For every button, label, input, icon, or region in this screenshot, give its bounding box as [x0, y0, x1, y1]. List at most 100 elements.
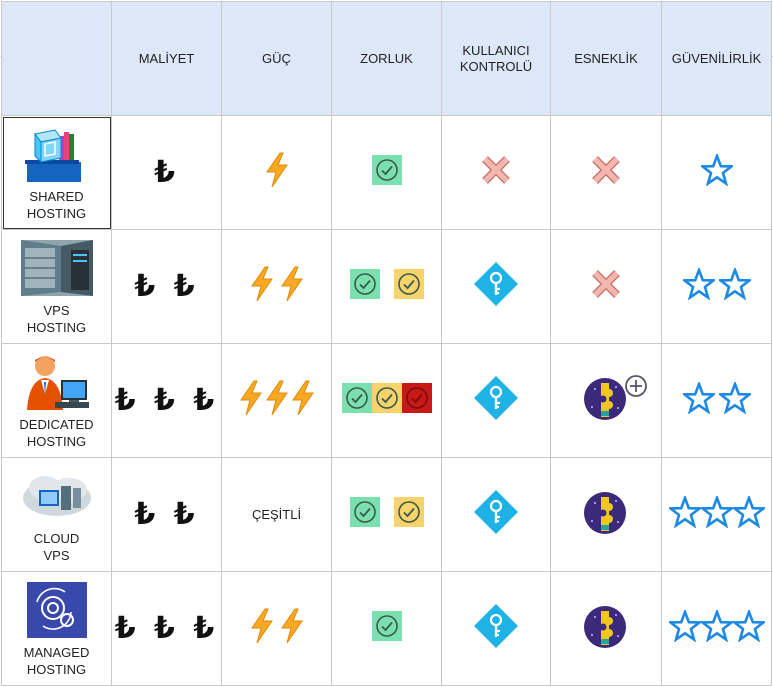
star-icon — [718, 382, 751, 414]
difficulty-checks — [371, 611, 402, 641]
power-bolts — [238, 380, 316, 416]
power-bolts — [249, 266, 305, 302]
reliability-stars — [700, 154, 733, 186]
user-control-icon — [473, 375, 519, 421]
key-diamond-icon — [474, 376, 518, 420]
difficulty-checks — [349, 269, 424, 299]
puzzle-icon — [584, 606, 626, 648]
check-easy-icon — [371, 611, 402, 641]
lightning-bolt-icon — [250, 266, 273, 302]
header-row: MALİYET GÜÇ ZORLUK KULLANICI KONTROLÜ ESN… — [1, 1, 772, 116]
difficulty-checks — [349, 497, 424, 527]
star-icon — [668, 610, 701, 642]
user-control-cell — [441, 229, 551, 344]
cost-cell: ₺ ₺ — [111, 457, 222, 572]
cost-cell: ₺ — [111, 115, 222, 230]
key-diamond-icon — [474, 490, 518, 534]
difficulty-cell — [331, 571, 442, 686]
power-cell — [221, 571, 332, 686]
power-text: ÇEŞİTLİ — [251, 506, 302, 522]
star-icon — [682, 382, 715, 414]
header-flexibility: ESNEKLİK — [550, 1, 662, 116]
row-header[interactable]: SHARED HOSTING — [1, 115, 112, 230]
hosting-comparison-table: MALİYET GÜÇ ZORLUK KULLANICI KONTROLÜ ESN… — [1, 1, 772, 686]
header-cost: MALİYET — [111, 1, 222, 116]
table-row: SHARED HOSTING ₺ — [1, 115, 772, 230]
check-hard-icon — [401, 383, 432, 413]
row-header: DEDICATED HOSTING — [1, 343, 112, 458]
check-medium-icon — [393, 269, 424, 299]
reliability-cell — [661, 571, 772, 686]
power-bolts — [249, 608, 305, 644]
flexibility-cell — [550, 229, 662, 344]
reliability-cell — [661, 457, 772, 572]
difficulty-cell — [331, 115, 442, 230]
table-row: CLOUD VPS ₺ ₺ ÇEŞİTLİ — [1, 457, 772, 572]
check-easy-icon — [371, 155, 402, 185]
lira-symbols: ₺ — [154, 155, 179, 190]
lightning-bolt-icon — [280, 608, 303, 644]
corner-cell — [1, 1, 112, 116]
header-difficulty: ZORLUK — [331, 1, 442, 116]
check-easy-icon — [341, 383, 372, 413]
flexibility-icon — [592, 270, 620, 298]
flexibility-cell — [550, 343, 662, 458]
lightning-bolt-icon — [265, 380, 288, 416]
lightning-bolt-icon — [265, 152, 288, 188]
row-label: CLOUD VPS — [33, 530, 80, 563]
star-icon — [682, 268, 715, 300]
x-mark-icon — [592, 270, 620, 298]
lightning-bolt-icon — [250, 608, 273, 644]
row-label: DEDICATED HOSTING — [19, 416, 94, 449]
reliability-cell — [661, 343, 772, 458]
user-control-icon — [473, 261, 519, 307]
star-icon — [732, 610, 765, 642]
lightning-bolt-icon — [291, 380, 314, 416]
star-icon — [700, 610, 733, 642]
flexibility-icon — [583, 489, 629, 535]
cloud-servers-icon — [22, 475, 91, 516]
managed-gears-icon — [26, 581, 87, 638]
difficulty-cell — [331, 229, 442, 344]
table-row: MANAGED HOSTING ₺ ₺ ₺ — [1, 571, 772, 686]
header-user-control-label: KULLANICI KONTROLÜ — [459, 42, 533, 74]
flexibility-icon — [583, 603, 629, 649]
lira-symbols: ₺ ₺ ₺ — [114, 611, 219, 646]
x-mark-icon — [592, 156, 620, 184]
header-reliability: GÜVENİLİRLİK — [661, 1, 772, 116]
reliability-cell — [661, 115, 772, 230]
reliability-cell — [661, 229, 772, 344]
power-cell — [221, 229, 332, 344]
user-control-cell — [441, 457, 551, 572]
star-icon — [732, 496, 765, 528]
vps-server-room-icon — [20, 239, 93, 296]
user-control-cell — [441, 115, 551, 230]
user-control-icon — [473, 603, 519, 649]
table-row: VPS HOSTING ₺ ₺ — [1, 229, 772, 344]
reliability-stars — [668, 496, 765, 528]
user-control-icon — [473, 489, 519, 535]
puzzle-icon — [584, 492, 626, 534]
difficulty-cell — [331, 457, 442, 572]
shared-hosting-cube-icon — [24, 128, 81, 182]
row-label: SHARED HOSTING — [26, 188, 87, 221]
power-cell — [221, 115, 332, 230]
lightning-bolt-icon — [280, 266, 303, 302]
power-cell: ÇEŞİTLİ — [221, 457, 332, 572]
lightning-bolt-icon — [239, 380, 262, 416]
puzzle-add-icon — [584, 375, 647, 420]
row-header: CLOUD VPS — [1, 457, 112, 572]
user-control-icon — [482, 156, 510, 184]
cost-cell: ₺ ₺ — [111, 229, 222, 344]
reliability-stars — [668, 610, 765, 642]
lira-symbols: ₺ ₺ — [134, 269, 199, 304]
reliability-stars — [682, 382, 751, 414]
lira-symbols: ₺ ₺ — [134, 497, 199, 532]
star-icon — [668, 496, 701, 528]
power-cell — [221, 343, 332, 458]
power-bolts — [264, 152, 290, 188]
row-header: MANAGED HOSTING — [1, 571, 112, 686]
dedicated-admin-person-icon — [26, 355, 89, 410]
flexibility-cell — [550, 115, 662, 230]
star-icon — [700, 154, 733, 186]
